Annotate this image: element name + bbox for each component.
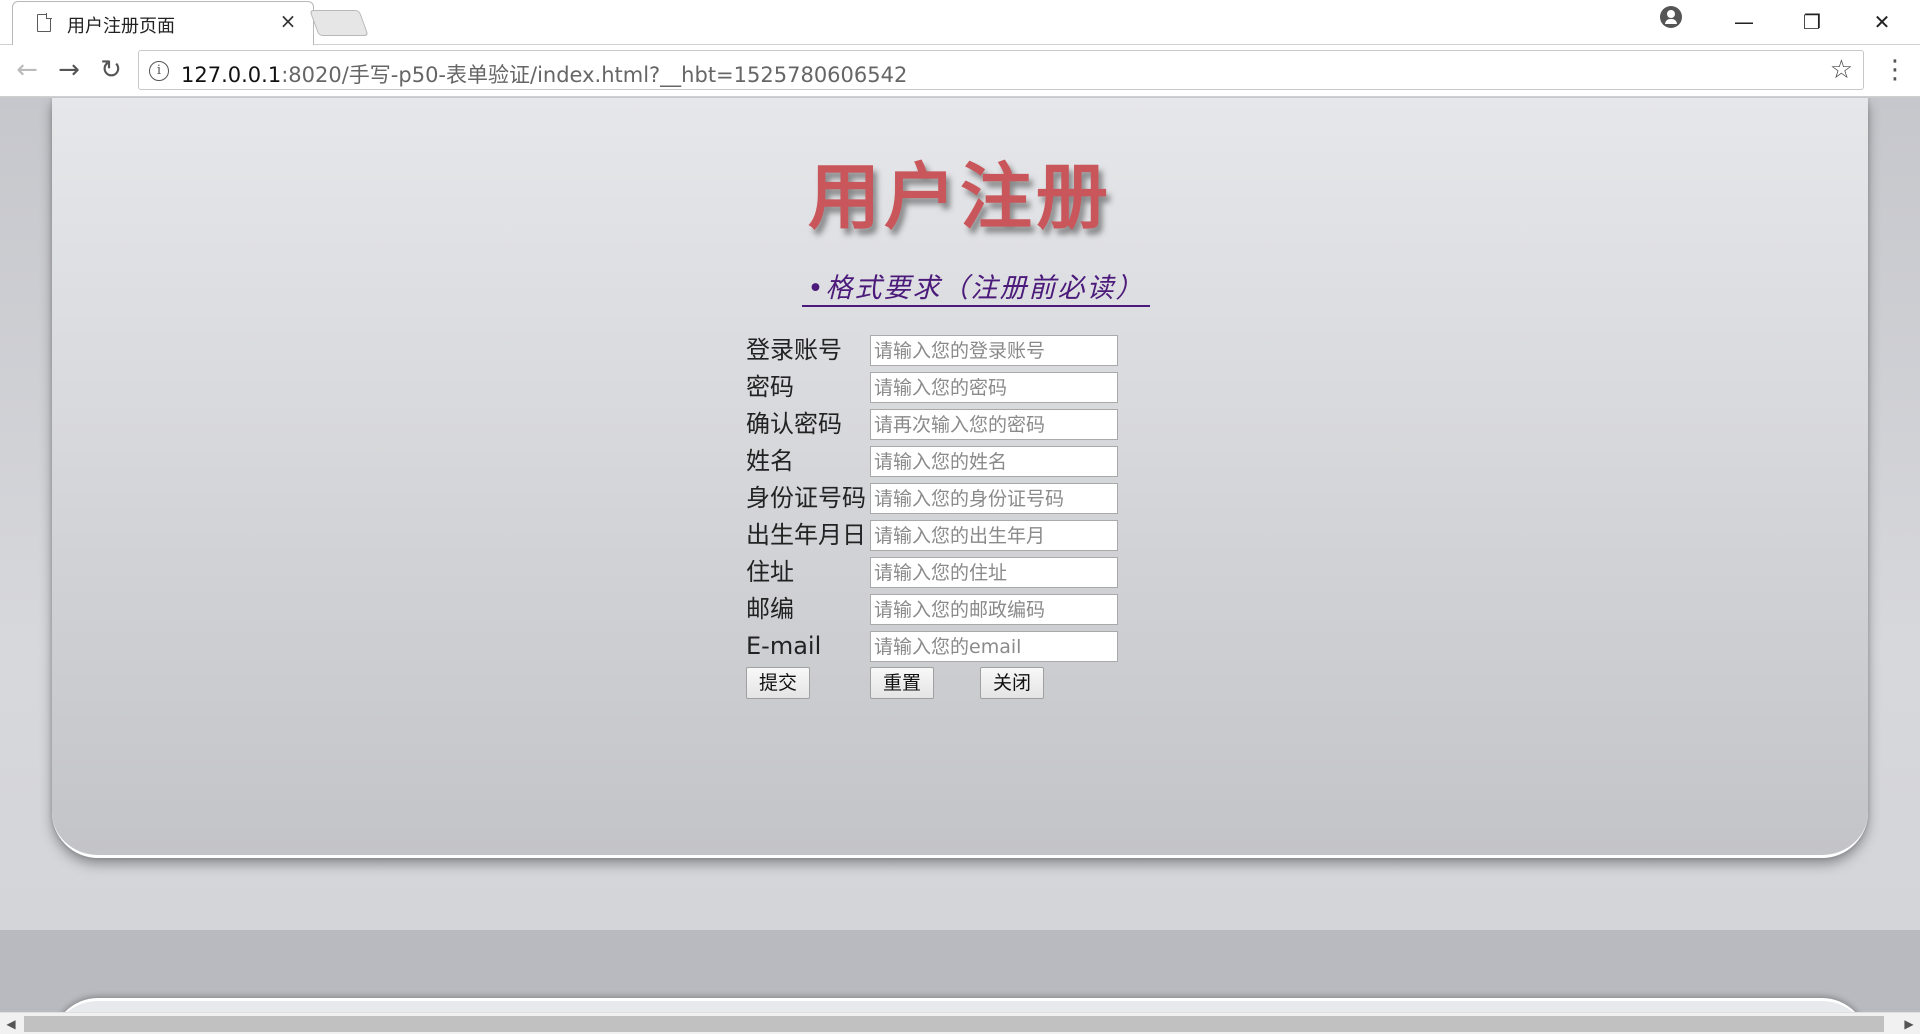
page-title: 用户注册 xyxy=(807,155,1112,239)
name-input[interactable] xyxy=(870,446,1118,477)
id-number-input[interactable] xyxy=(870,483,1118,514)
browser-tab[interactable]: 用户注册页面 × xyxy=(12,1,314,45)
form-buttons: 提交 重置 关闭 xyxy=(744,667,1164,699)
form-row-confirm-password: 确认密码 xyxy=(744,408,1164,440)
reload-button[interactable]: ↻ xyxy=(94,53,128,87)
forward-button[interactable]: → xyxy=(52,53,86,87)
form-row-address: 住址 xyxy=(744,556,1164,588)
document-icon xyxy=(37,13,52,32)
password-input[interactable] xyxy=(870,372,1118,403)
form-row-name: 姓名 xyxy=(744,445,1164,477)
lower-card xyxy=(52,998,1868,1012)
form-row-postcode: 邮编 xyxy=(744,593,1164,625)
form-row-id-number: 身份证号码 xyxy=(744,482,1164,514)
account-input[interactable] xyxy=(870,335,1118,366)
site-info-icon[interactable]: i xyxy=(149,61,169,81)
browser-toolbar: ← → ↻ i 127.0.0.1:8020/手写-p50-表单验证/index… xyxy=(0,45,1920,97)
email-input[interactable] xyxy=(870,631,1118,662)
new-tab-button[interactable] xyxy=(309,10,369,36)
back-button[interactable]: ← xyxy=(10,53,44,87)
tab-close-icon[interactable]: × xyxy=(275,8,301,34)
form-row-password: 密码 xyxy=(744,371,1164,403)
name-label: 姓名 xyxy=(746,447,794,475)
confirm-password-label: 确认密码 xyxy=(746,410,842,438)
url-path: :8020/手写-p50-表单验证/index.html?__hbt=15257… xyxy=(281,63,908,87)
bookmark-star-icon[interactable]: ☆ xyxy=(1830,55,1853,85)
registration-card: 用户注册 •格式要求（注册前必读） 登录账号 密码 确认密码 姓名 身份证号码 xyxy=(52,98,1868,858)
url-text[interactable]: 127.0.0.1:8020/手写-p50-表单验证/index.html?__… xyxy=(181,59,907,89)
scrollbar-thumb[interactable] xyxy=(24,1016,1884,1032)
horizontal-scrollbar[interactable]: ◀ ▶ xyxy=(0,1012,1920,1034)
postcode-input[interactable] xyxy=(870,594,1118,625)
tab-title: 用户注册页面 xyxy=(67,16,175,37)
address-input[interactable] xyxy=(870,557,1118,588)
account-label: 登录账号 xyxy=(746,336,842,364)
postcode-label: 邮编 xyxy=(746,595,794,623)
birthdate-input[interactable] xyxy=(870,520,1118,551)
page-viewport: 用户注册 •格式要求（注册前必读） 登录账号 密码 确认密码 姓名 身份证号码 xyxy=(0,98,1920,1012)
close-button[interactable]: 关闭 xyxy=(980,667,1044,699)
address-bar[interactable]: i 127.0.0.1:8020/手写-p50-表单验证/index.html?… xyxy=(138,50,1864,90)
scroll-right-icon[interactable]: ▶ xyxy=(1900,1015,1918,1033)
id-number-label: 身份证号码 xyxy=(746,484,866,512)
form-row-birthdate: 出生年月日 xyxy=(744,519,1164,551)
restore-button[interactable]: ❐ xyxy=(1780,4,1844,40)
birthdate-label: 出生年月日 xyxy=(746,521,866,549)
minimize-button[interactable]: — xyxy=(1712,4,1776,40)
email-label: E-mail xyxy=(746,632,822,660)
requirements-link[interactable]: •格式要求（注册前必读） xyxy=(802,266,1150,307)
submit-button[interactable]: 提交 xyxy=(746,667,810,699)
close-window-button[interactable]: ✕ xyxy=(1850,4,1914,40)
confirm-password-input[interactable] xyxy=(870,409,1118,440)
profile-icon[interactable] xyxy=(1660,6,1682,28)
browser-menu-icon[interactable]: ⋮ xyxy=(1880,53,1910,87)
form-row-account: 登录账号 xyxy=(744,334,1164,366)
reset-button[interactable]: 重置 xyxy=(870,667,934,699)
scroll-left-icon[interactable]: ◀ xyxy=(2,1015,20,1033)
password-label: 密码 xyxy=(746,373,794,401)
url-host: 127.0.0.1 xyxy=(181,63,282,87)
form-row-email: E-mail xyxy=(744,630,1164,662)
browser-titlebar: 用户注册页面 × — ❐ ✕ xyxy=(0,0,1920,45)
address-label: 住址 xyxy=(746,558,794,586)
